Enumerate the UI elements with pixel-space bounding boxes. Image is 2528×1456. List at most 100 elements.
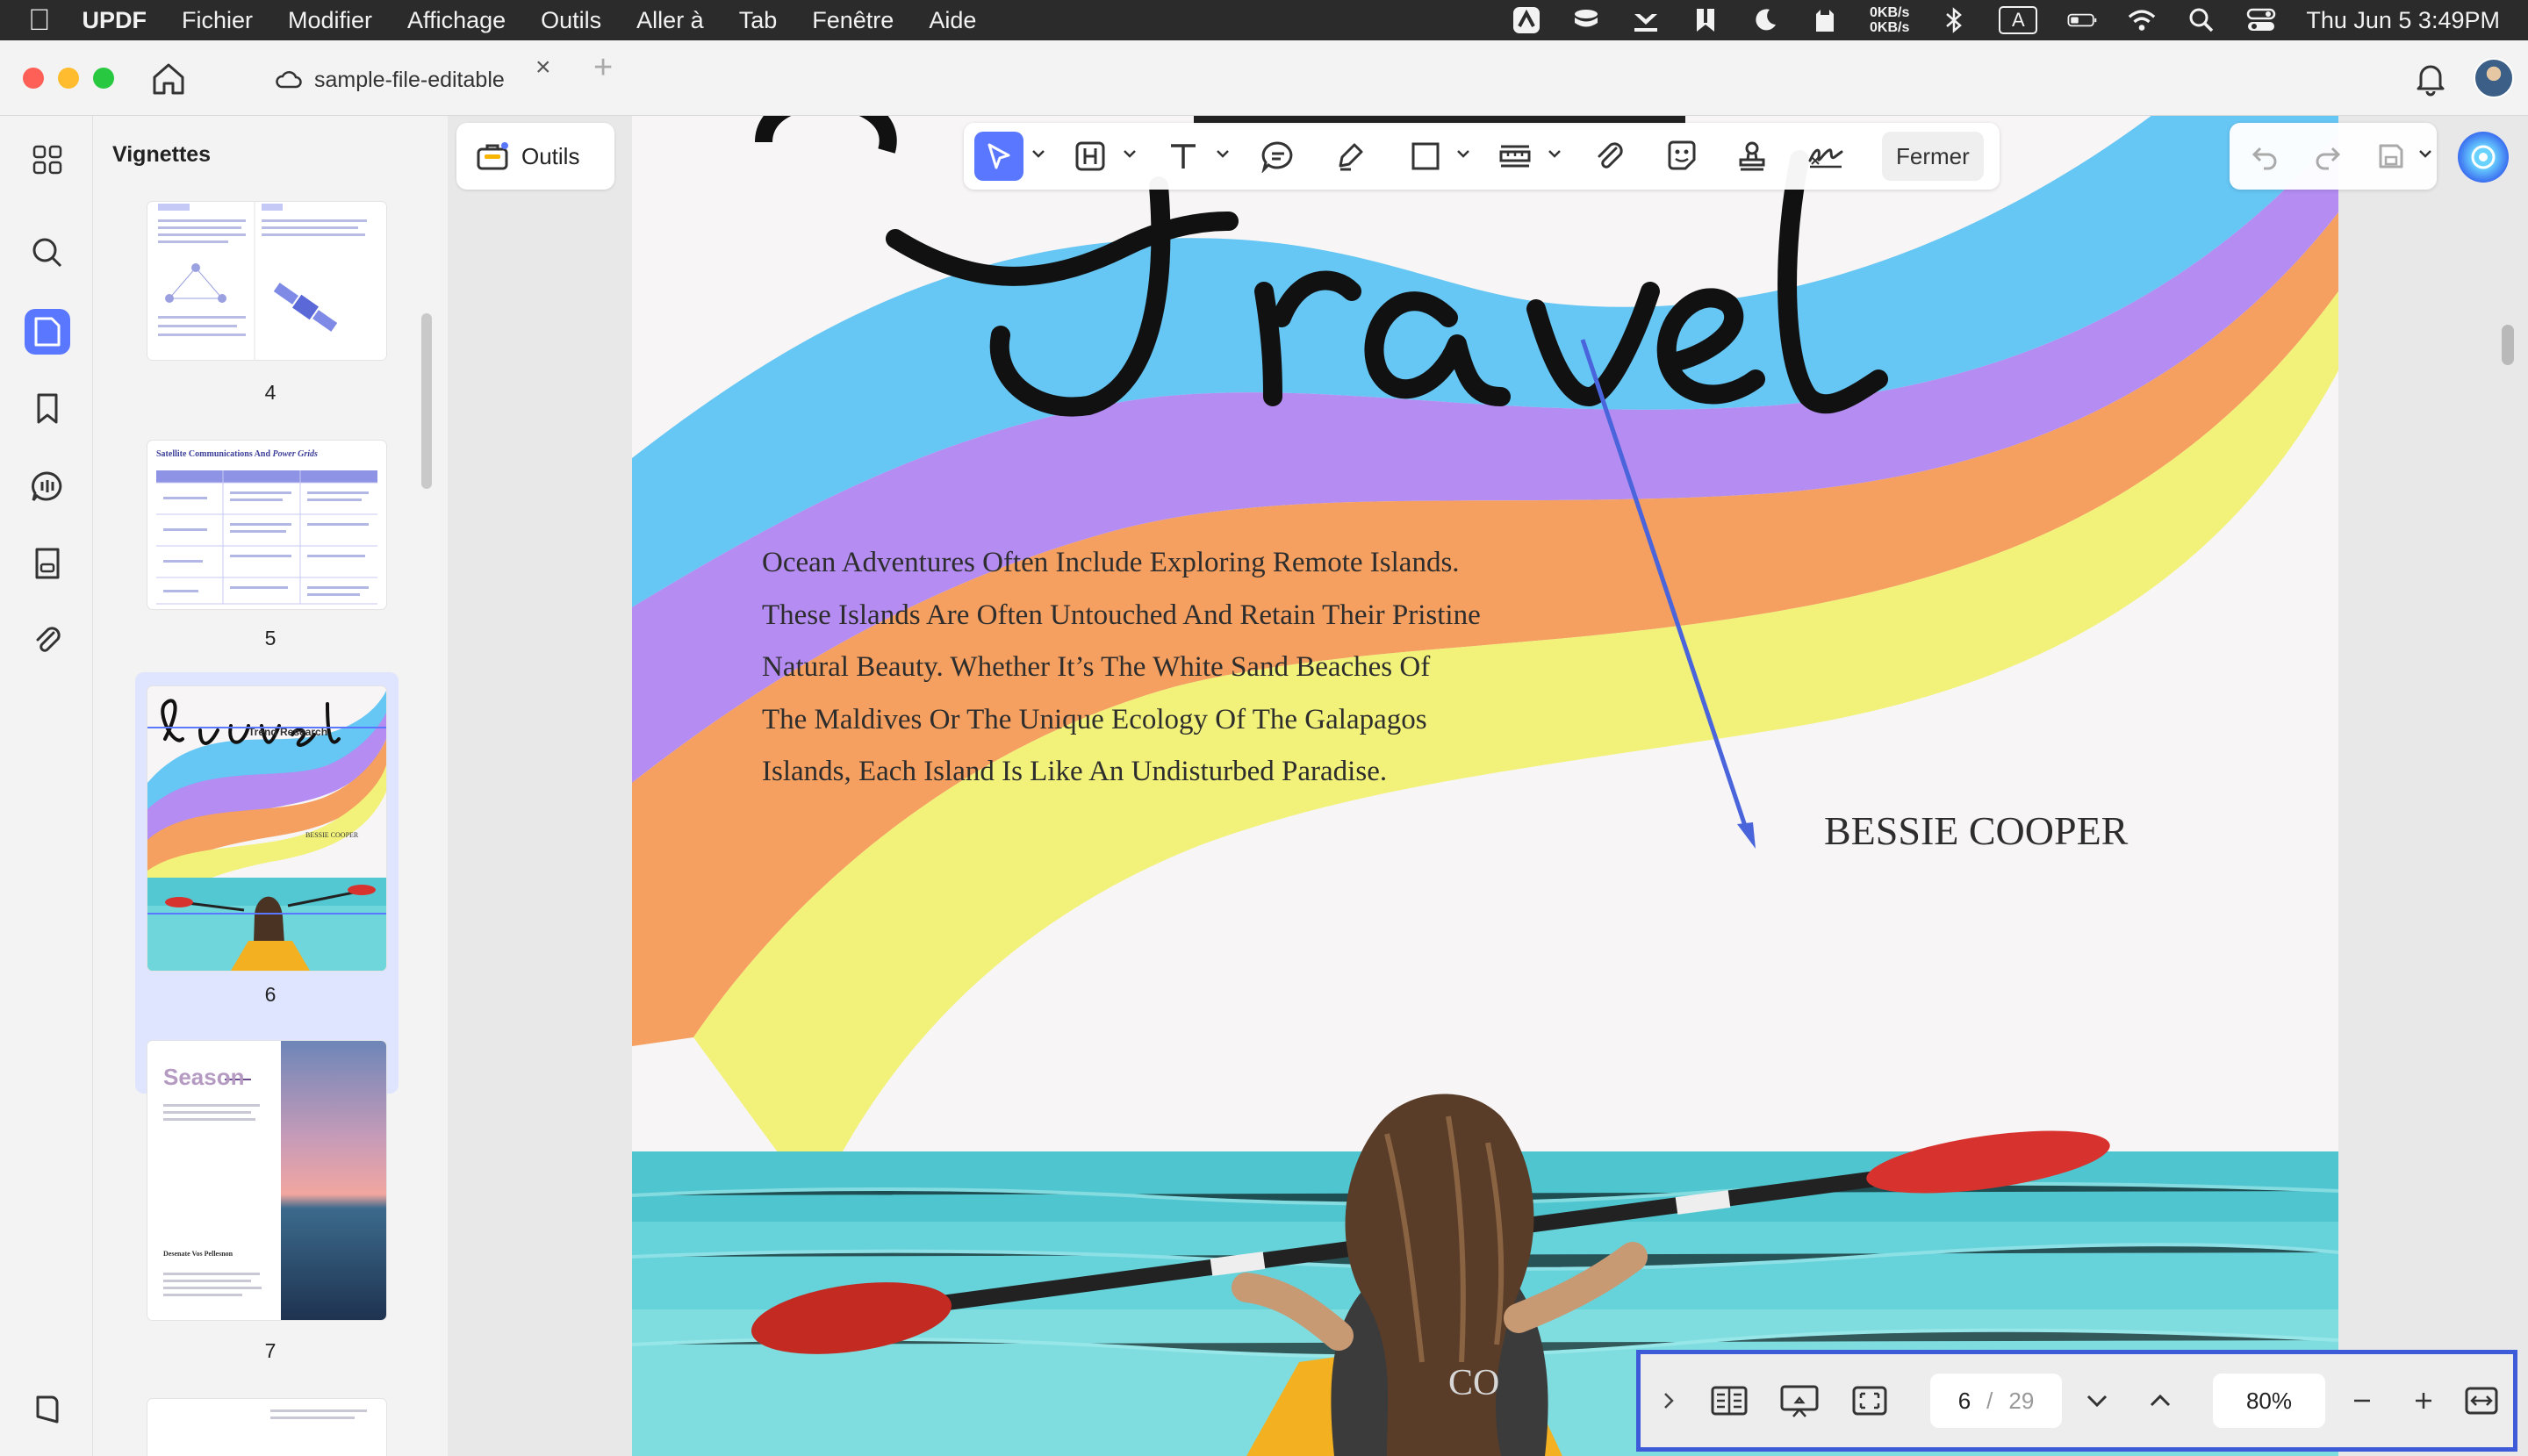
sticker-tool-button[interactable] xyxy=(1657,132,1706,181)
save-icon xyxy=(2379,144,2403,169)
highlight-tool-button[interactable] xyxy=(1066,132,1115,181)
current-page-number[interactable]: 6 xyxy=(1958,1388,1971,1415)
sidebar-toggle-icon[interactable] xyxy=(25,1387,70,1432)
menubar-status-area: 0KB/s 0KB/s A Thu Jun 5 3:49PM xyxy=(1512,5,2500,35)
ai-assistant-button[interactable] xyxy=(2458,132,2509,183)
pencil-icon xyxy=(1339,143,1363,171)
bookmark-icon[interactable] xyxy=(25,386,70,432)
window-zoom-button[interactable] xyxy=(93,68,114,89)
thumbnails-icon[interactable] xyxy=(25,309,70,355)
user-avatar[interactable] xyxy=(2474,58,2514,98)
bluetooth-icon[interactable] xyxy=(1939,7,1969,33)
menu-aller-a[interactable]: Aller à xyxy=(636,7,704,34)
zoom-in-icon[interactable] xyxy=(2404,1374,2443,1428)
total-page-count: 29 xyxy=(2008,1387,2035,1414)
tools-label: Outils xyxy=(521,142,580,169)
input-source-icon[interactable]: A xyxy=(1999,6,2038,34)
save-button[interactable] xyxy=(2366,132,2416,181)
undo-button[interactable] xyxy=(2240,132,2289,181)
save-dropdown-icon[interactable] xyxy=(2417,146,2433,161)
highlight-tool-dropdown-icon[interactable] xyxy=(1122,146,1138,161)
menu-outils[interactable]: Outils xyxy=(541,7,601,34)
attachment-icon[interactable] xyxy=(25,618,70,663)
updf-status-icon[interactable] xyxy=(1512,7,1541,33)
menu-affichage[interactable]: Affichage xyxy=(407,7,506,34)
download-status-icon[interactable] xyxy=(1631,7,1661,33)
text-tool-dropdown-icon[interactable] xyxy=(1215,146,1231,161)
thumbnail-page-7[interactable]: Season Desenate Vos Pellesnon xyxy=(147,1041,386,1320)
close-annotation-button[interactable]: Fermer xyxy=(1882,132,1984,181)
pencil-tool-button[interactable] xyxy=(1325,132,1375,181)
menu-tab[interactable]: Tab xyxy=(739,7,778,34)
presentation-icon[interactable] xyxy=(1772,1374,1827,1428)
notification-bell-icon[interactable] xyxy=(2412,60,2449,97)
signature-tool-button[interactable] xyxy=(1801,132,1850,181)
rectangle-icon xyxy=(1411,142,1440,170)
thumbnail-page-8[interactable] xyxy=(147,1399,386,1456)
thumbnail-7-caption: Desenate Vos Pellesnon xyxy=(163,1250,233,1258)
measure-tool-dropdown-icon[interactable] xyxy=(1547,146,1562,161)
menu-fenetre[interactable]: Fenêtre xyxy=(812,7,894,34)
thumbnails-panel: Vignettes 4 Satellite Communications And… xyxy=(93,116,448,1456)
grid-view-icon[interactable] xyxy=(25,137,70,183)
shape-tool-dropdown-icon[interactable] xyxy=(1455,146,1471,161)
menubar-clock[interactable]: Thu Jun 5 3:49PM xyxy=(2306,7,2500,34)
comment-tool-button[interactable] xyxy=(1253,132,1303,181)
attach-file-tool-button[interactable] xyxy=(1585,132,1634,181)
select-tool-button[interactable] xyxy=(974,132,1023,181)
tab-close-icon[interactable]: × xyxy=(535,53,551,82)
moon-status-icon[interactable] xyxy=(1750,7,1780,33)
thumbnail-page-5[interactable]: Satellite Communications And Power Grids xyxy=(147,441,386,609)
document-tab[interactable]: sample-file-editable xyxy=(263,54,571,105)
thumbnail-page-4[interactable] xyxy=(147,202,386,360)
battery-icon[interactable] xyxy=(2067,7,2097,33)
app-window: { "menubar": { "app_name": "UPDF", "item… xyxy=(0,0,2528,1456)
menu-fichier[interactable]: Fichier xyxy=(182,7,253,34)
document-scrollbar[interactable] xyxy=(2502,325,2514,365)
control-center-icon[interactable] xyxy=(2246,7,2276,33)
redo-button[interactable] xyxy=(2303,132,2352,181)
page-layout-icon[interactable] xyxy=(1702,1374,1756,1428)
wifi-icon[interactable] xyxy=(2127,7,2157,33)
zoom-level-field[interactable]: 80% xyxy=(2213,1374,2325,1428)
select-tool-dropdown-icon[interactable] xyxy=(1031,146,1046,161)
text-tool-button[interactable] xyxy=(1159,132,1208,181)
window-titlebar: sample-file-editable × + xyxy=(0,40,2528,116)
thumbnail-page-6[interactable]: Trend Research BESSIE COOPER xyxy=(147,686,386,971)
apple-menu-icon[interactable]:  xyxy=(28,4,51,38)
cloud-icon xyxy=(276,71,302,89)
page-author-name[interactable]: BESSIE COOPER xyxy=(1824,807,2128,854)
thumbnails-scrollbar[interactable] xyxy=(421,313,432,489)
cat-status-icon[interactable] xyxy=(1810,7,1840,33)
zoom-out-icon[interactable] xyxy=(2343,1374,2381,1428)
fit-page-icon[interactable] xyxy=(1842,1374,1897,1428)
macos-menubar:  UPDF Fichier Modifier Affichage Outils… xyxy=(0,0,2528,40)
page-number-field[interactable]: 6 / 29 xyxy=(1930,1374,2062,1428)
forms-icon[interactable] xyxy=(25,541,70,586)
bookmark-status-icon[interactable] xyxy=(1691,7,1720,33)
comments-icon[interactable] xyxy=(25,463,70,509)
tools-button[interactable]: Outils xyxy=(456,123,614,190)
search-icon[interactable] xyxy=(25,230,70,276)
page-body-text[interactable]: Ocean Adventures Often Include Exploring… xyxy=(762,537,1482,799)
new-tab-icon[interactable]: + xyxy=(593,49,613,87)
collapse-navbar-icon[interactable] xyxy=(1653,1374,1684,1428)
pdf-page[interactable]: Ocean Adventures Often Include Exploring… xyxy=(632,116,2338,1456)
window-close-button[interactable] xyxy=(23,68,44,89)
next-page-chevron-down-icon[interactable] xyxy=(2078,1374,2116,1428)
thumbnail-5-table xyxy=(156,470,377,605)
edit-actions-panel xyxy=(2230,123,2437,190)
menu-app-name[interactable]: UPDF xyxy=(83,7,147,34)
measure-tool-button[interactable] xyxy=(1490,132,1540,181)
menu-aide[interactable]: Aide xyxy=(929,7,976,34)
spotlight-search-icon[interactable] xyxy=(2187,7,2216,33)
menu-modifier[interactable]: Modifier xyxy=(288,7,372,34)
stamp-tool-button[interactable] xyxy=(1727,132,1777,181)
previous-page-chevron-up-icon[interactable] xyxy=(2141,1374,2180,1428)
fit-width-icon[interactable] xyxy=(2457,1374,2506,1428)
window-minimize-button[interactable] xyxy=(58,68,79,89)
home-icon[interactable] xyxy=(149,60,188,98)
database-status-icon[interactable] xyxy=(1571,7,1601,33)
shape-tool-button[interactable] xyxy=(1401,132,1450,181)
annotation-toolbar: Fermer xyxy=(964,123,2509,190)
